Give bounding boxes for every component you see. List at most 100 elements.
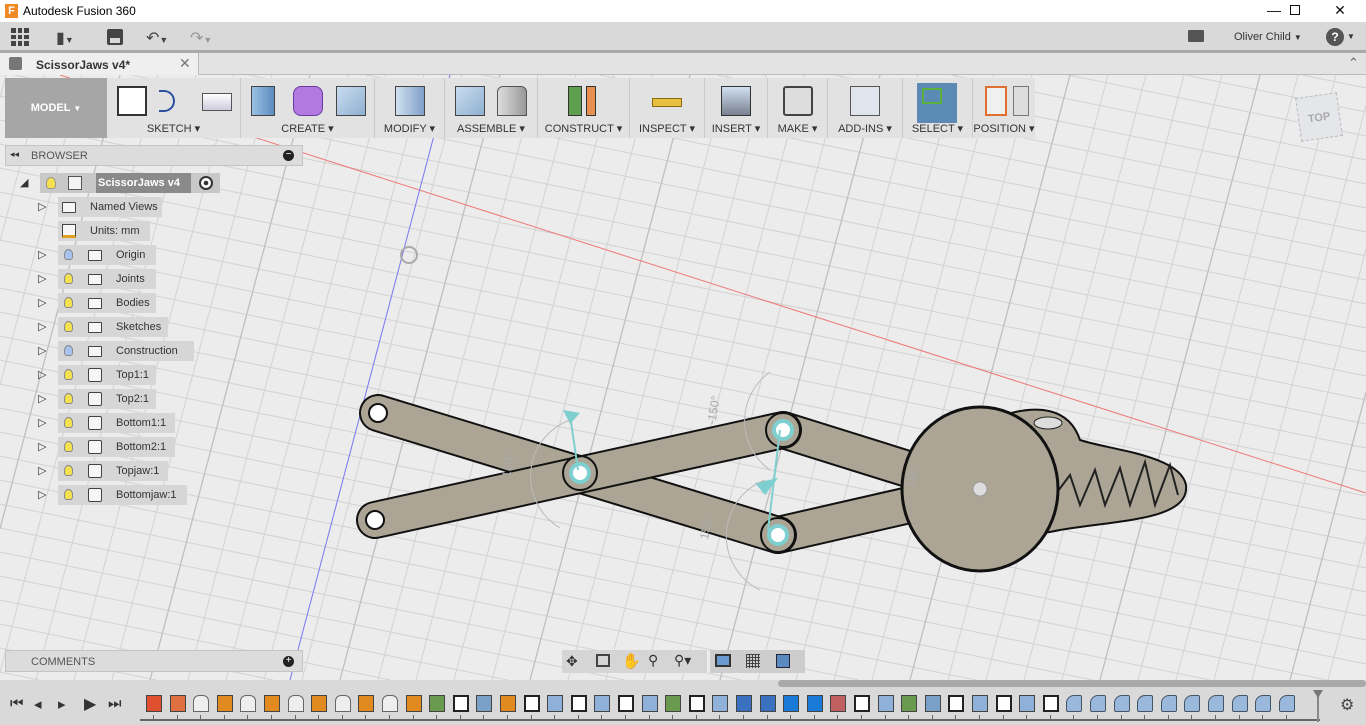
visibility-bulb-icon[interactable] — [64, 441, 73, 452]
browser-item[interactable]: Bottomjaw:1 — [58, 485, 188, 505]
timeline-sketch-feature[interactable] — [618, 695, 634, 712]
timeline-split-feature[interactable] — [429, 695, 446, 712]
timeline-fillet-feature[interactable] — [1208, 695, 1224, 712]
browser-item[interactable]: Top2:1 — [58, 389, 156, 409]
visibility-bulb-icon[interactable] — [64, 369, 73, 380]
workspace-switcher[interactable]: MODEL ▼ — [5, 78, 107, 138]
timeline-pattern-feature[interactable] — [783, 695, 800, 712]
browser-item[interactable]: Units: mm — [58, 221, 150, 241]
expand-icon[interactable]: ▷ — [38, 248, 46, 261]
collapse-browser-icon[interactable]: ◂◂ — [10, 149, 19, 160]
timeline-sketch-feature[interactable] — [523, 695, 540, 712]
browser-item[interactable]: Construction — [58, 341, 194, 361]
timeline-align-feature[interactable] — [736, 695, 752, 712]
close-tab-icon[interactable]: ✕ — [179, 55, 191, 72]
browser-root[interactable]: ScissorJaws v4 — [40, 173, 220, 193]
select-icon[interactable] — [917, 83, 957, 123]
timeline-joint-feature[interactable] — [193, 695, 210, 712]
timeline-fillet-feature[interactable] — [1137, 695, 1154, 712]
inspect-group[interactable]: INSPECT ▾ — [630, 78, 705, 138]
timeline-extrude-feature[interactable] — [972, 695, 988, 712]
timeline-rigid-feature[interactable] — [405, 695, 422, 712]
expand-icon[interactable]: ▷ — [38, 368, 46, 381]
addins-group[interactable]: ADD-INS ▾ — [828, 78, 903, 138]
step-forward-icon[interactable]: ▶ — [84, 694, 96, 714]
visibility-bulb-icon[interactable] — [64, 393, 73, 404]
orbit-icon[interactable]: ✥ — [566, 653, 578, 670]
timeline-rigid-feature[interactable] — [264, 695, 280, 712]
sketch-group[interactable]: SKETCH ▾ — [107, 78, 241, 138]
visibility-bulb-icon[interactable] — [64, 273, 73, 284]
timeline-sketch-feature[interactable] — [688, 695, 705, 712]
select-group[interactable]: SELECT ▾ — [903, 78, 973, 138]
go-to-end-icon[interactable]: ⏭ — [108, 695, 122, 712]
timeline-rigid-feature[interactable] — [358, 695, 375, 712]
expand-icon[interactable]: ▷ — [38, 416, 46, 429]
redo-icon[interactable]: ↷▼ — [190, 28, 212, 48]
browser-item[interactable]: Topjaw:1 — [58, 461, 169, 481]
play-icon[interactable]: ▸ — [58, 695, 66, 713]
expand-icon[interactable]: ▷ — [38, 488, 46, 501]
timeline-fillet-feature[interactable] — [1113, 695, 1130, 712]
create-sketch-icon[interactable] — [117, 86, 147, 116]
save-icon[interactable] — [107, 29, 123, 45]
activate-radio[interactable] — [199, 176, 213, 190]
expand-icon[interactable]: ▷ — [38, 392, 46, 405]
arc-icon[interactable] — [159, 90, 175, 112]
timeline-fillet-feature[interactable] — [1066, 695, 1083, 712]
timeline-split-feature[interactable] — [665, 695, 682, 712]
revert-position-icon[interactable] — [1013, 86, 1029, 116]
browser-item[interactable]: Named Views — [58, 197, 163, 217]
construct-group[interactable]: CONSTRUCT ▾ — [538, 78, 630, 138]
restore-button[interactable] — [1275, 2, 1315, 20]
timeline-scroll-thumb[interactable] — [778, 680, 1366, 687]
timeline-pattern-feature[interactable] — [806, 695, 823, 712]
insert-group[interactable]: INSERT ▾ — [705, 78, 768, 138]
create-group[interactable]: CREATE ▾ — [241, 78, 375, 138]
timeline-rigid-feature[interactable] — [216, 695, 233, 712]
viewports-icon[interactable] — [776, 654, 790, 668]
extrude-icon[interactable] — [251, 86, 275, 116]
timeline-revolve-feature[interactable] — [476, 695, 493, 712]
timeline-rigid-feature[interactable] — [311, 695, 328, 712]
document-tab[interactable]: ScissorJaws v4* ✕ — [0, 53, 199, 75]
close-button[interactable]: ✕ — [1320, 2, 1360, 20]
scripts-icon[interactable] — [850, 86, 880, 116]
timeline-extrude-feature[interactable] — [877, 695, 894, 712]
modify-group[interactable]: MODIFY ▾ — [375, 78, 445, 138]
add-comment-icon[interactable]: + — [283, 656, 294, 667]
form-icon[interactable] — [293, 86, 323, 116]
timeline-fillet-feature[interactable] — [1255, 695, 1272, 712]
minimize-browser-icon[interactable]: − — [283, 150, 294, 161]
timeline-joint-feature[interactable] — [287, 695, 304, 712]
expand-icon[interactable]: ▷ — [38, 464, 46, 477]
fit-icon[interactable]: ⚲▾ — [674, 652, 691, 669]
file-icon[interactable]: ▮▼ — [56, 28, 74, 48]
timeline-fillet-feature[interactable] — [1160, 695, 1177, 712]
visibility-bulb-icon[interactable] — [64, 249, 73, 260]
timeline-scrollbar[interactable] — [0, 680, 1366, 688]
timeline-sketch-feature[interactable] — [948, 695, 965, 712]
timeline-sketch-feature[interactable] — [854, 695, 870, 712]
timeline-extrude-feature[interactable] — [1019, 695, 1036, 712]
offset-plane-icon[interactable] — [568, 86, 582, 116]
visibility-bulb-icon[interactable] — [64, 417, 73, 428]
timeline-extrude-feature[interactable] — [547, 695, 564, 712]
timeline-ground-feature[interactable] — [169, 695, 186, 712]
zoom-icon[interactable]: ⚲ — [648, 652, 658, 669]
step-back-icon[interactable]: ◂ — [34, 695, 42, 713]
visibility-bulb-icon[interactable] — [64, 345, 73, 356]
timeline-fillet-feature[interactable] — [1278, 695, 1295, 712]
make-group[interactable]: MAKE ▾ — [768, 78, 828, 138]
browser-item[interactable]: Bodies — [58, 293, 156, 313]
browser-item[interactable]: Sketches — [58, 317, 169, 337]
data-panel-icon[interactable] — [11, 28, 29, 46]
expand-icon[interactable]: ▷ — [38, 344, 46, 357]
combine-icon[interactable] — [336, 86, 366, 116]
collapse-root-icon[interactable]: ◢ — [20, 176, 28, 189]
rectangle-icon[interactable] — [202, 93, 232, 111]
timeline-extrude-feature[interactable] — [594, 695, 611, 712]
browser-item[interactable]: Origin — [58, 245, 156, 265]
visibility-bulb-icon[interactable] — [46, 177, 56, 189]
position-group[interactable]: POSITION ▾ — [973, 78, 1035, 138]
